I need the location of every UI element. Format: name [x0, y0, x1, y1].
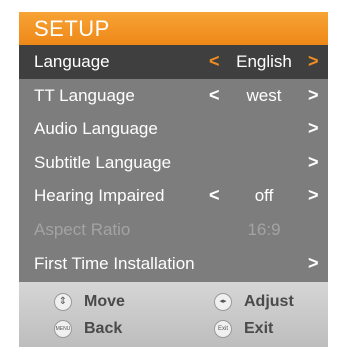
exit-key-icon: Exit	[214, 320, 232, 338]
right-arrow-icon[interactable]: >	[308, 247, 319, 281]
menu-key-icon: MENU	[54, 320, 72, 338]
menu-rows: Language < English > TT Language < west …	[19, 45, 328, 280]
menu-item-language[interactable]: Language < English >	[19, 45, 328, 79]
hint-exit-label: Exit	[244, 320, 274, 337]
left-arrow-icon[interactable]: <	[209, 179, 220, 213]
left-arrow-icon[interactable]: <	[209, 79, 220, 113]
menu-item-aspect-ratio: Aspect Ratio 16:9	[19, 213, 328, 247]
menu-item-label: Subtitle Language	[34, 152, 172, 172]
right-arrow-icon[interactable]: >	[308, 179, 319, 213]
key-hint-bar: ⇕ Move ◂▸ Adjust MENU Back Exit Exit	[19, 282, 328, 347]
menu-item-label: Audio Language	[34, 119, 158, 139]
menu-item-value: 16:9	[247, 219, 281, 239]
right-arrow-icon[interactable]: >	[308, 112, 319, 146]
menu-item-tt-language[interactable]: TT Language < west >	[19, 79, 328, 113]
menu-item-label: Hearing Impaired	[34, 186, 165, 206]
menu-item-label: First Time Installation	[34, 253, 195, 273]
menu-item-value: off	[254, 186, 274, 206]
menu-item-hearing-impaired[interactable]: Hearing Impaired < off >	[19, 179, 328, 213]
menu-item-subtitle-language[interactable]: Subtitle Language >	[19, 146, 328, 180]
hint-move-label: Move	[84, 293, 125, 310]
setup-menu: SETUP Language < English > TT Language <…	[19, 12, 328, 347]
menu-item-label: Aspect Ratio	[34, 219, 131, 239]
menu-item-value: English	[236, 52, 292, 71]
right-arrow-icon[interactable]: >	[308, 79, 319, 113]
hint-adjust-label: Adjust	[244, 293, 294, 310]
menu-item-audio-language[interactable]: Audio Language >	[19, 112, 328, 146]
left-arrow-icon[interactable]: <	[209, 45, 220, 79]
right-arrow-icon[interactable]: >	[308, 146, 319, 180]
right-arrow-icon[interactable]: >	[308, 45, 319, 79]
menu-item-label: Language	[34, 52, 110, 71]
menu-item-value: west	[246, 85, 282, 105]
up-down-key-icon: ⇕	[54, 293, 72, 311]
menu-item-first-time-installation[interactable]: First Time Installation >	[19, 247, 328, 281]
menu-title: SETUP	[19, 12, 328, 45]
hint-back-label: Back	[84, 320, 123, 337]
left-right-key-icon: ◂▸	[214, 293, 232, 311]
menu-item-label: TT Language	[34, 85, 135, 105]
